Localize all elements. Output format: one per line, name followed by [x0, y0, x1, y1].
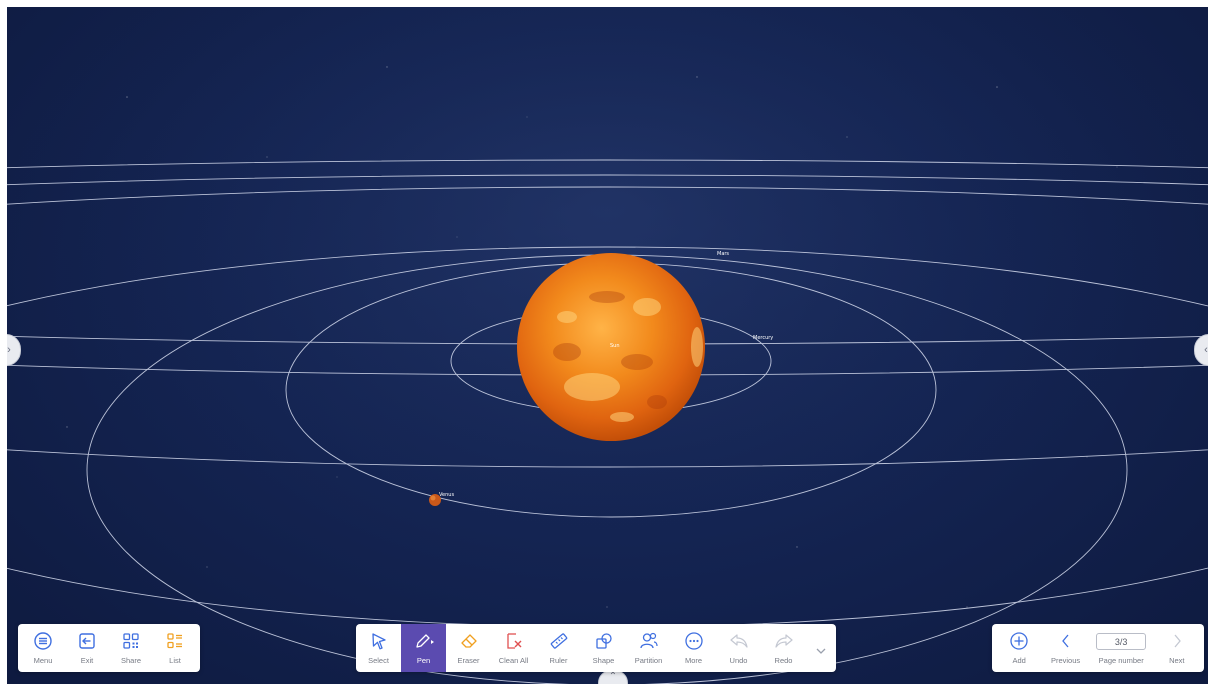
menu-icon — [32, 630, 54, 652]
planet-mercury[interactable]: Mercury — [753, 335, 773, 341]
ruler-label: Ruler — [549, 656, 568, 665]
shape-label: Shape — [592, 656, 615, 665]
add-icon — [1008, 630, 1030, 652]
add-page-button[interactable]: Add — [996, 624, 1042, 672]
pen-icon — [413, 630, 435, 652]
chevron-down-icon — [810, 640, 832, 662]
shape-icon — [593, 630, 615, 652]
pen-tool-button[interactable]: Pen — [401, 624, 446, 672]
exit-label: Exit — [80, 656, 94, 665]
eraser-tool-button[interactable]: Eraser — [446, 624, 491, 672]
clean-all-icon — [503, 630, 525, 652]
more-button[interactable]: More — [671, 624, 716, 672]
whiteboard-canvas[interactable]: Sun Mercury Venus Mars › ‹ ⌃ Menu Exit S… — [7, 7, 1208, 684]
eraser-icon — [458, 630, 480, 652]
chevron-right-icon: › — [7, 344, 11, 356]
pen-label: Pen — [416, 656, 431, 665]
list-label: List — [169, 656, 181, 665]
collapse-toolbar-button[interactable] — [806, 624, 836, 672]
select-cursor-icon — [368, 630, 390, 652]
share-button[interactable]: Share — [109, 624, 153, 672]
redo-button[interactable]: Redo — [761, 624, 806, 672]
undo-button[interactable]: Undo — [716, 624, 761, 672]
chevron-left-icon: ‹ — [1204, 344, 1208, 356]
previous-label: Previous — [1050, 656, 1081, 665]
clean-all-button[interactable]: Clean All — [491, 624, 536, 672]
menu-label: Menu — [33, 656, 53, 665]
tools-toolbar: Select Pen Eraser Clean All Ruler Shape … — [356, 624, 836, 672]
qr-share-icon — [120, 630, 142, 652]
select-label: Select — [368, 656, 389, 665]
planet-mars[interactable]: Mars — [717, 251, 729, 257]
chevron-up-icon: ⌃ — [608, 671, 618, 682]
page-navigation: Add Previous 3/3 Page number Next — [992, 624, 1204, 672]
chevron-right-icon — [1166, 630, 1188, 652]
mercury-label: Mercury — [753, 335, 773, 341]
sun[interactable]: Sun — [517, 253, 705, 441]
page-number-control[interactable]: 3/3 Page number — [1089, 624, 1154, 672]
ruler-tool-button[interactable]: Ruler — [536, 624, 581, 672]
previous-page-button[interactable]: Previous — [1042, 624, 1088, 672]
sun-label: Sun — [610, 343, 620, 349]
list-button[interactable]: List — [153, 624, 197, 672]
partition-label: Partition — [634, 656, 663, 665]
share-label: Share — [120, 656, 141, 665]
more-label: More — [684, 656, 703, 665]
chevron-left-icon — [1055, 630, 1077, 652]
undo-icon — [728, 630, 750, 652]
next-label: Next — [1169, 656, 1185, 665]
exit-icon — [76, 630, 98, 652]
exit-button[interactable]: Exit — [65, 624, 109, 672]
undo-label: Undo — [729, 656, 748, 665]
next-page-button[interactable]: Next — [1154, 624, 1200, 672]
partition-icon — [638, 630, 660, 652]
list-icon — [164, 630, 186, 652]
ruler-icon — [548, 630, 570, 652]
redo-icon — [773, 630, 795, 652]
clean-all-label: Clean All — [498, 656, 529, 665]
eraser-label: Eraser — [457, 656, 480, 665]
left-toolbar: Menu Exit Share List — [18, 624, 200, 672]
menu-button[interactable]: Menu — [21, 624, 65, 672]
solar-system-scene: Sun Mercury Venus Mars — [7, 7, 1208, 684]
more-icon — [683, 630, 705, 652]
page-number-label: Page number — [1098, 656, 1144, 665]
shape-tool-button[interactable]: Shape — [581, 624, 626, 672]
venus-label: Venus — [439, 492, 454, 498]
mars-label: Mars — [717, 251, 729, 257]
select-tool-button[interactable]: Select — [356, 624, 401, 672]
add-label: Add — [1012, 656, 1026, 665]
page-number-field[interactable]: 3/3 — [1096, 633, 1147, 650]
partition-button[interactable]: Partition — [626, 624, 671, 672]
redo-label: Redo — [774, 656, 793, 665]
